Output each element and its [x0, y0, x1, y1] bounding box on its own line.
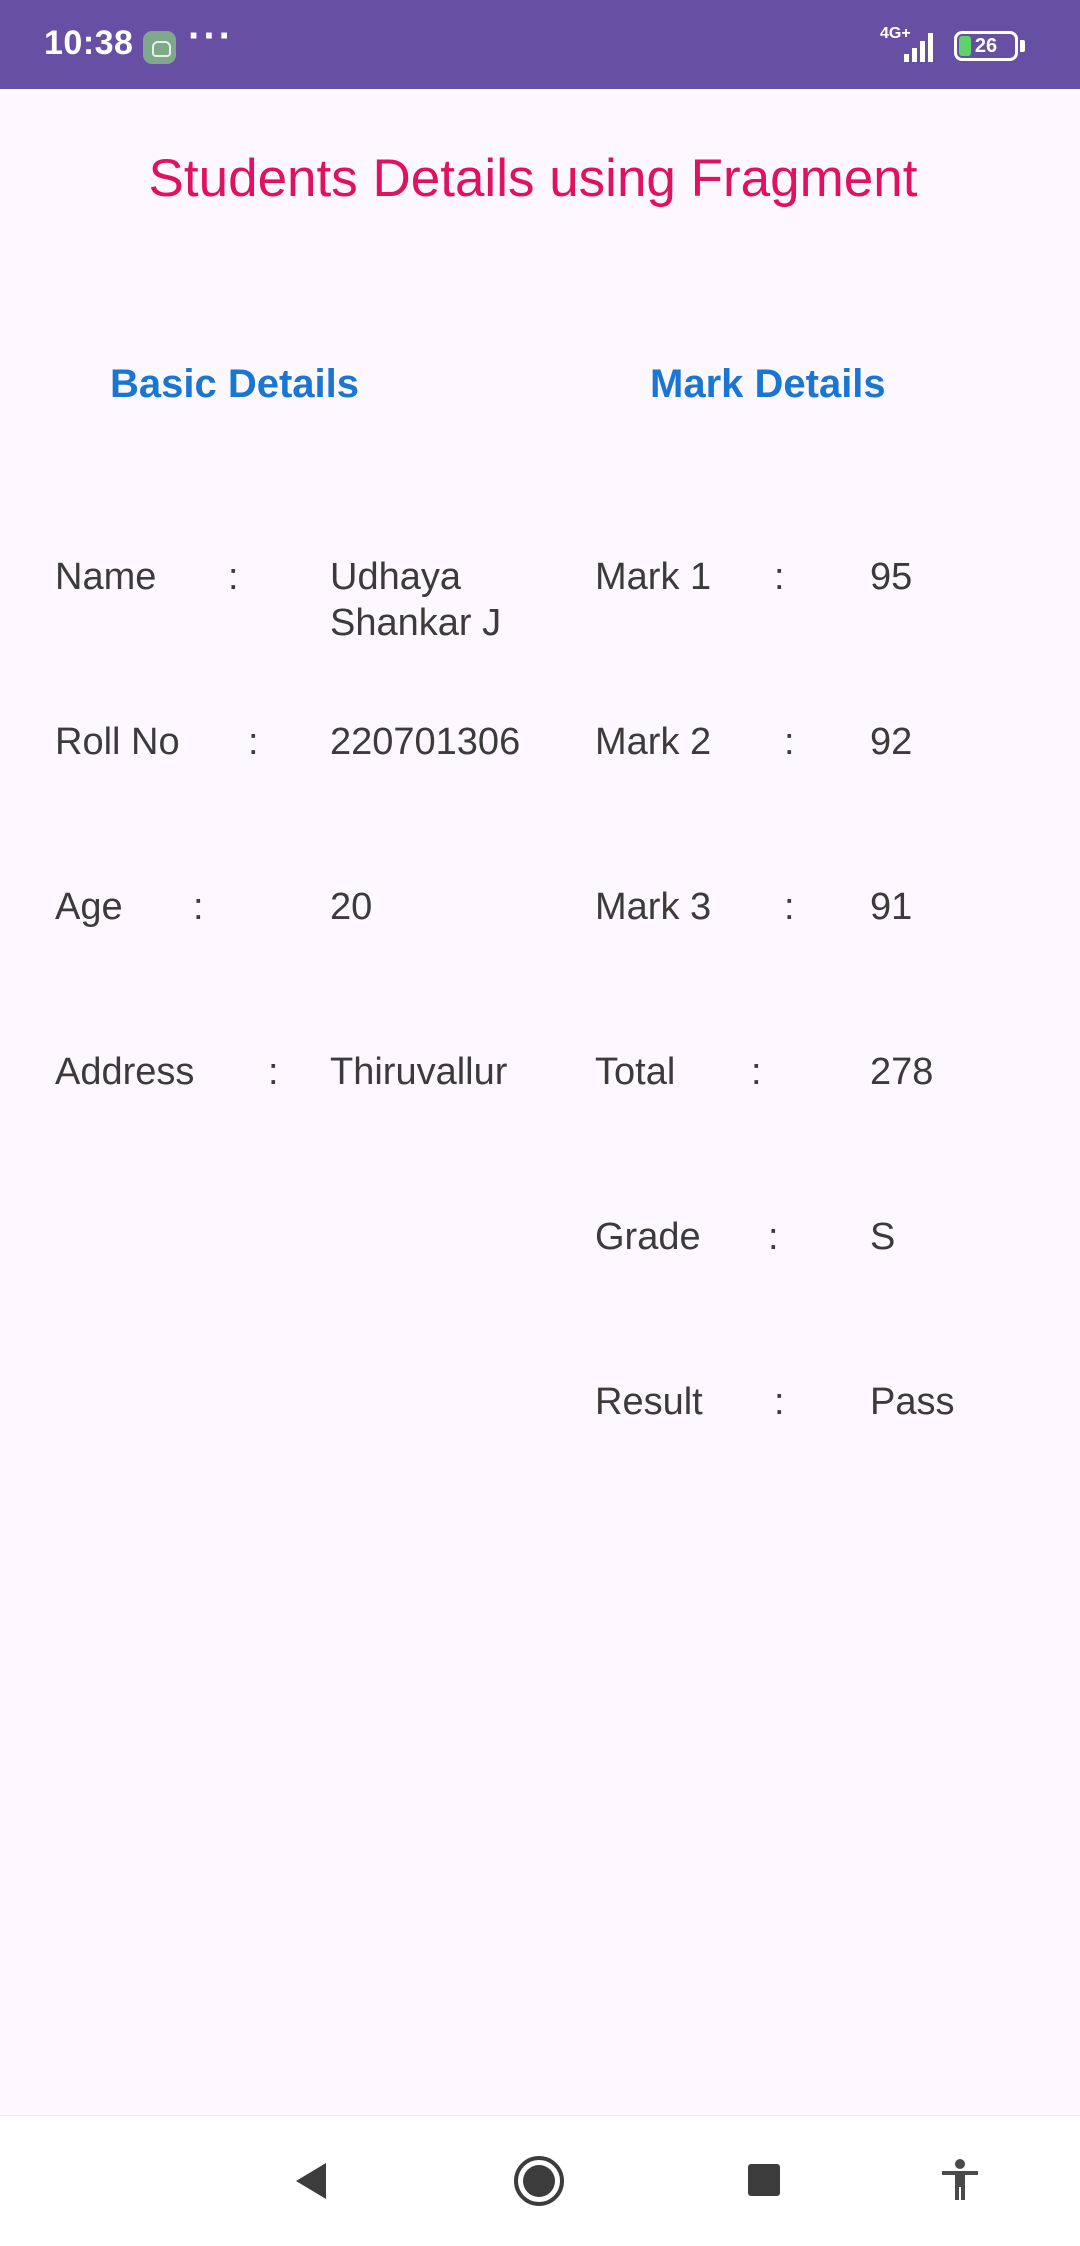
result-label: Result: [595, 1381, 703, 1423]
address-value: Thiruvallur: [330, 1051, 508, 1093]
total-value: 278: [870, 1051, 934, 1093]
age-separator: :: [193, 886, 204, 928]
battery-level: 26: [974, 35, 998, 57]
home-icon[interactable]: [512, 2154, 566, 2208]
mark2-value: 92: [870, 721, 913, 763]
mark1-value: 95: [870, 556, 913, 598]
mark3-label: Mark 3: [595, 886, 712, 928]
result-value: Pass: [870, 1381, 955, 1423]
age-value: 20: [330, 886, 373, 928]
age-label: Age: [55, 886, 123, 928]
mark2-separator: :: [784, 721, 795, 763]
android-app-icon: [143, 31, 176, 64]
grade-separator: :: [768, 1216, 779, 1258]
result-separator: :: [774, 1381, 785, 1423]
grade-value: S: [870, 1216, 896, 1258]
more-notifications-icon: ···: [188, 14, 234, 58]
roll-no-label: Roll No: [55, 721, 180, 763]
mark3-value: 91: [870, 886, 913, 928]
back-icon[interactable]: [290, 2160, 332, 2202]
navigation-bar: [0, 2115, 1080, 2246]
basic-details-heading: Basic Details: [110, 362, 360, 406]
grade-label: Grade: [595, 1216, 701, 1258]
total-separator: :: [751, 1051, 762, 1093]
name-label: Name: [55, 556, 157, 598]
name-separator: :: [228, 556, 239, 598]
status-bar: 10:38 ··· 4G+ 26: [0, 0, 1080, 89]
page-title: Students Details using Fragment: [148, 149, 918, 208]
status-time: 10:38: [44, 24, 134, 62]
mark3-separator: :: [784, 886, 795, 928]
roll-no-separator: :: [248, 721, 259, 763]
battery-tip: [1020, 40, 1025, 52]
address-separator: :: [268, 1051, 279, 1093]
mark-details-heading: Mark Details: [650, 362, 886, 406]
recents-icon[interactable]: [746, 2162, 782, 2198]
accessibility-icon[interactable]: [938, 2158, 982, 2202]
roll-no-value: 220701306: [330, 721, 521, 763]
total-label: Total: [595, 1051, 676, 1093]
mark1-separator: :: [774, 556, 785, 598]
address-label: Address: [55, 1051, 195, 1093]
mark2-label: Mark 2: [595, 721, 712, 763]
signal-icon: [904, 33, 933, 62]
name-value: Udhaya Shankar J: [330, 556, 502, 644]
battery-icon: 26: [954, 31, 1018, 61]
mark1-label: Mark 1: [595, 556, 712, 598]
